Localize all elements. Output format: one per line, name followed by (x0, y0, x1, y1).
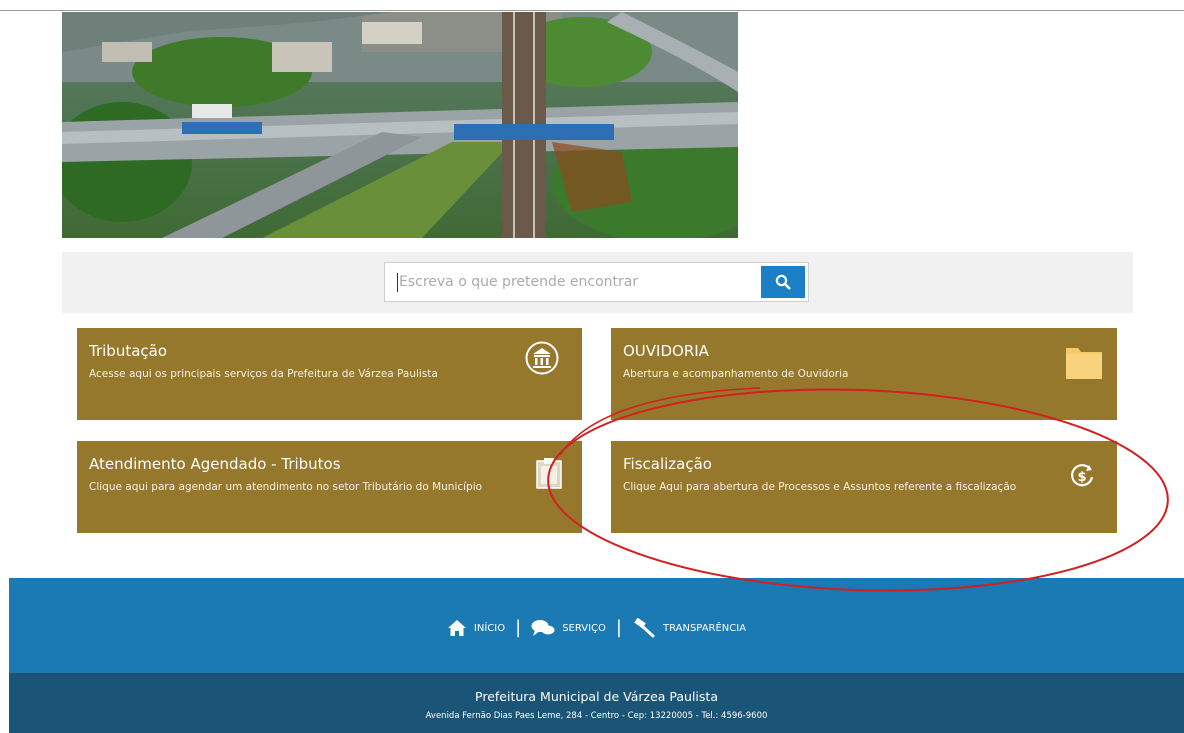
home-icon (447, 620, 466, 636)
nav-transparency-label: TRANSPARÊNCIA (662, 622, 747, 634)
card-title: OUVIDORIA (623, 342, 709, 360)
card-title: Fiscalização (623, 455, 712, 473)
card-description: Clique aqui para agendar um atendimento … (89, 481, 483, 493)
card-description: Acesse aqui os principais serviços da Pr… (89, 368, 438, 380)
folder-icon (1066, 348, 1102, 379)
card-atendimento-agendado[interactable]: Atendimento Agendado - Tributos Clique a… (77, 441, 582, 533)
nav-separator: | (515, 617, 522, 638)
search-input[interactable] (399, 263, 739, 301)
nav-home-label: INÍCIO (473, 622, 506, 634)
svg-text:$: $ (1077, 470, 1086, 485)
card-fiscalizacao[interactable]: Fiscalização Clique Aqui para abertura d… (611, 441, 1117, 533)
nav-home[interactable]: INÍCIO (447, 619, 505, 637)
city-banner-image (62, 12, 738, 238)
bank-icon (525, 341, 559, 375)
card-title: Tributação (89, 342, 168, 360)
nav-services-label: SERVIÇO (562, 622, 606, 634)
card-title: Atendimento Agendado - Tributos (89, 455, 341, 473)
card-description: Abertura e acompanhamento de Ouvidoria (623, 368, 849, 380)
text-cursor (397, 273, 398, 292)
card-description: Clique Aqui para abertura de Processos e… (623, 481, 1017, 493)
nav-services[interactable]: SERVIÇO (531, 619, 606, 637)
search-box (384, 262, 809, 302)
chat-bubbles-icon (531, 620, 555, 636)
footer-navigation: INÍCIO | SERVIÇO | TRANSPARÊNCIA (9, 578, 1184, 674)
footer-org-name: Prefeitura Municipal de Várzea Paulista (475, 689, 718, 704)
card-ouvidoria[interactable]: OUVIDORIA Abertura e acompanhamento de O… (611, 328, 1117, 420)
card-tributacao[interactable]: Tributação Acesse aqui os principais ser… (77, 328, 582, 420)
gavel-icon (634, 618, 655, 638)
top-divider (0, 10, 1184, 11)
nav-separator: | (615, 617, 622, 638)
dollar-circle-icon: $ (1071, 464, 1094, 487)
nav-transparency[interactable]: TRANSPARÊNCIA (632, 618, 746, 638)
footer-info: Prefeitura Municipal de Várzea Paulista … (9, 673, 1184, 733)
clipboard-icon (536, 458, 562, 489)
search-icon (775, 274, 791, 290)
search-button[interactable] (761, 266, 805, 298)
footer-address: Avenida Fernão Dias Paes Leme, 284 - Cen… (425, 711, 768, 721)
